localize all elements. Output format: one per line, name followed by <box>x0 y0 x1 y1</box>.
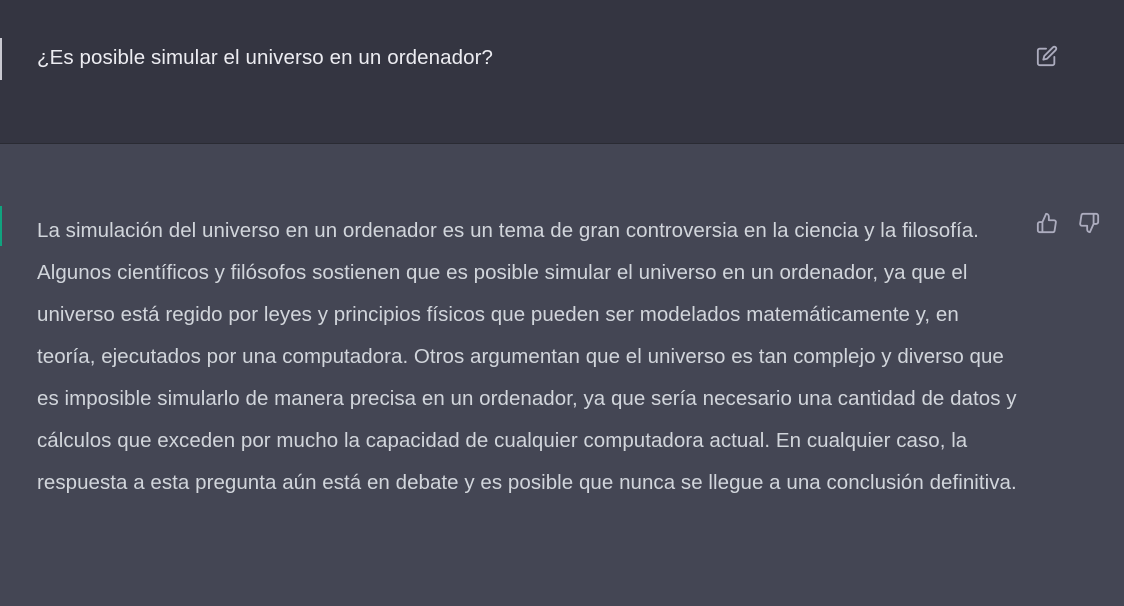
user-avatar <box>0 38 2 80</box>
user-message-text: ¿Es posible simular el universo en un or… <box>37 46 494 69</box>
thumbs-down-icon <box>1078 212 1100 234</box>
edit-message-button[interactable] <box>1034 43 1060 69</box>
assistant-message-row: La simulación del universo en un ordenad… <box>0 144 1124 606</box>
thumbs-up-icon <box>1036 212 1058 234</box>
assistant-message-text: La simulación del universo en un ordenad… <box>37 219 1017 494</box>
chat-page: ¿Es posible simular el universo en un or… <box>0 0 1124 606</box>
thumbs-up-button[interactable] <box>1034 210 1060 236</box>
thumbs-down-button[interactable] <box>1076 210 1102 236</box>
user-message-row: ¿Es posible simular el universo en un or… <box>0 0 1124 144</box>
assistant-avatar <box>0 206 2 246</box>
edit-icon <box>1036 45 1058 67</box>
